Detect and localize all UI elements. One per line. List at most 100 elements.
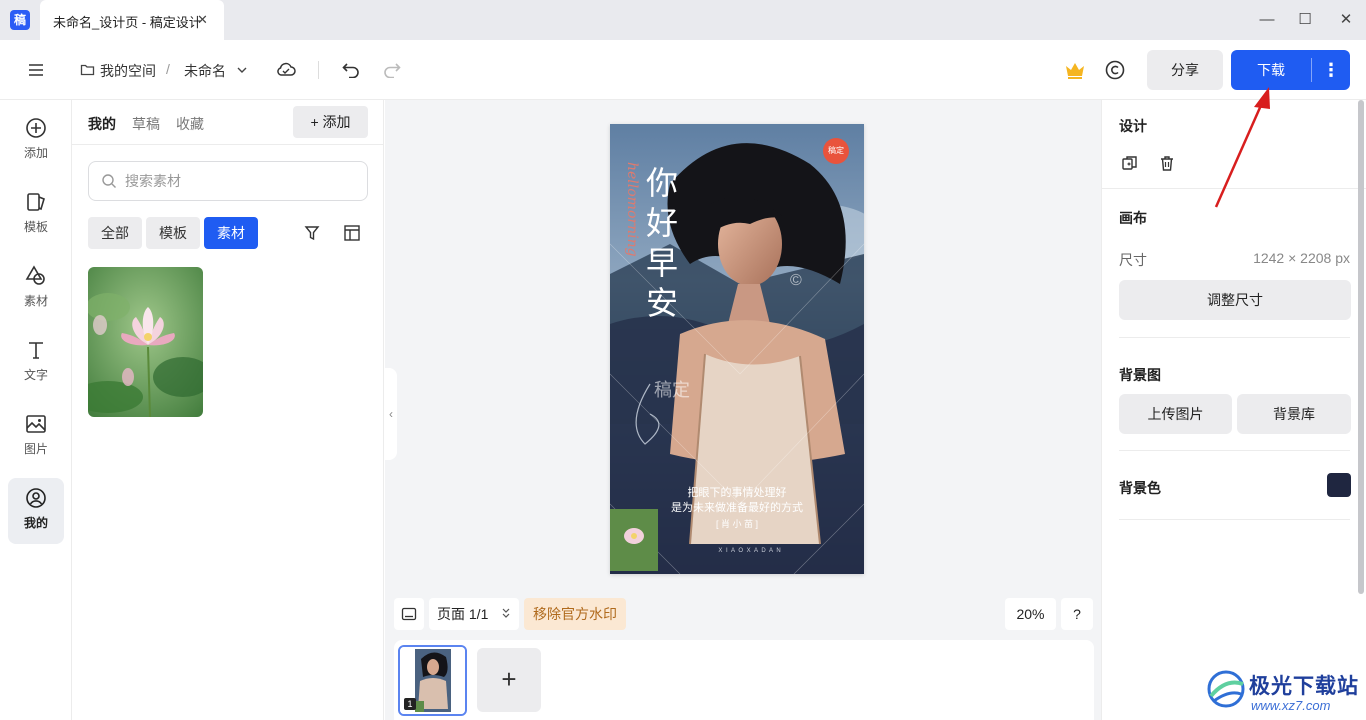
poster-line-1: 把眼下的事情处理好 xyxy=(687,486,787,499)
trash-icon[interactable] xyxy=(1158,154,1176,172)
user-icon xyxy=(26,488,46,508)
breadcrumb-doc-name[interactable]: 未命名 xyxy=(184,61,226,81)
plus-circle-icon xyxy=(26,118,46,138)
site-url: www.xz7.com xyxy=(1251,698,1331,713)
search-box[interactable] xyxy=(88,161,368,201)
size-value: 1242 × 2208 px xyxy=(1253,250,1350,266)
filter-all[interactable]: 全部 xyxy=(88,217,142,249)
remove-watermark-button[interactable]: 移除官方水印 xyxy=(524,598,626,630)
pages-strip: 1 + xyxy=(394,640,1094,720)
folder-icon xyxy=(80,64,95,76)
bg-image-section-title: 背景图 xyxy=(1119,367,1161,383)
lotus-image xyxy=(88,267,203,417)
poster-vertical-text: hellomorning xyxy=(624,162,640,257)
breadcrumb-space[interactable]: 我的空间 xyxy=(100,61,156,81)
page-thumbnail[interactable]: 1 xyxy=(398,645,467,716)
share-button[interactable]: 分享 xyxy=(1147,50,1223,90)
site-watermark: 极光下载站 www.xz7.com xyxy=(1205,664,1365,720)
rail-label: 图片 xyxy=(23,442,48,456)
undo-icon[interactable] xyxy=(341,60,361,78)
upload-image-button[interactable]: 上传图片 xyxy=(1119,394,1232,434)
page-select-chevron-icon xyxy=(502,608,510,618)
rail-item-mine[interactable]: 我的 xyxy=(8,478,64,544)
design-section-title: 设计 xyxy=(1119,118,1147,134)
title-bar: 稿 未命名_设计页 - 稿定设计 ✕ — ☐ ✕ xyxy=(0,0,1366,40)
asset-thumbnail-lotus[interactable] xyxy=(88,267,203,417)
shapes-icon xyxy=(25,265,45,285)
rail-label: 文字 xyxy=(23,368,48,382)
poster-author: [ 肖 小 苗 ] xyxy=(715,519,758,529)
toggle-pages-button[interactable] xyxy=(394,598,424,630)
background-library-button[interactable]: 背景库 xyxy=(1237,394,1351,434)
close-window-icon[interactable]: ✕ xyxy=(1331,8,1361,32)
tab-mine[interactable]: 我的 xyxy=(88,114,116,134)
rail-label: 添加 xyxy=(23,146,48,160)
filter-icon[interactable] xyxy=(302,223,322,243)
help-button[interactable]: ? xyxy=(1061,598,1093,630)
annotation-arrow-icon xyxy=(1214,87,1270,208)
site-name: 极光下载站 xyxy=(1249,675,1359,698)
tab-drafts[interactable]: 草稿 xyxy=(132,114,160,134)
poster-copyright-mark: © xyxy=(790,272,802,289)
chevron-down-icon[interactable] xyxy=(236,65,248,75)
menu-icon[interactable] xyxy=(27,61,45,79)
site-logo-icon xyxy=(1207,670,1245,708)
minimize-icon[interactable]: — xyxy=(1252,8,1282,32)
section-divider xyxy=(1119,337,1350,338)
copyright-icon[interactable] xyxy=(1104,59,1126,81)
pages-panel-icon xyxy=(401,607,417,621)
rail-item-template[interactable]: 模板 xyxy=(8,182,64,248)
section-divider xyxy=(1119,519,1350,520)
rail-item-add[interactable]: 添加 xyxy=(8,108,64,174)
download-label[interactable]: 下载 xyxy=(1231,50,1311,90)
redo-icon[interactable] xyxy=(382,60,402,78)
layout-icon[interactable] xyxy=(342,223,362,243)
download-more-icon[interactable]: ⋮ xyxy=(1312,50,1350,90)
poster-title-2: 好 xyxy=(646,204,679,242)
filter-template[interactable]: 模板 xyxy=(146,217,200,249)
poster-title-3: 早 xyxy=(646,244,679,282)
resize-button[interactable]: 调整尺寸 xyxy=(1119,280,1351,320)
filter-material[interactable]: 素材 xyxy=(204,217,258,249)
rail-item-material[interactable]: 素材 xyxy=(8,256,64,322)
rail-item-image[interactable]: 图片 xyxy=(8,404,64,470)
toolbar-divider xyxy=(318,61,319,79)
size-label: 尺寸 xyxy=(1119,252,1147,268)
duplicate-icon[interactable] xyxy=(1121,154,1139,172)
poster-badge: 稿定 xyxy=(828,146,844,155)
text-icon xyxy=(29,342,43,359)
document-tab[interactable]: 未命名_设计页 - 稿定设计 ✕ xyxy=(40,0,224,40)
bg-color-swatch[interactable] xyxy=(1327,473,1351,497)
tab-close-icon[interactable]: ✕ xyxy=(197,12,208,28)
page-number-badge: 1 xyxy=(404,698,416,710)
rail-label: 素材 xyxy=(23,294,48,308)
panel-divider xyxy=(72,144,384,145)
rail-item-text[interactable]: 文字 xyxy=(8,330,64,396)
image-icon xyxy=(26,415,46,433)
left-rail: 添加 模板 素材 文字 图片 我的 xyxy=(0,100,72,720)
zoom-level[interactable]: 20% xyxy=(1005,598,1056,630)
maximize-icon[interactable]: ☐ xyxy=(1290,8,1320,32)
tab-favorites[interactable]: 收藏 xyxy=(176,114,204,134)
app-logo-icon: 稿 xyxy=(10,10,30,30)
poster-watermark: 稿定 xyxy=(654,380,690,400)
download-button[interactable]: 下载 ⋮ xyxy=(1231,50,1350,90)
add-page-button[interactable]: + xyxy=(477,648,541,712)
rail-label: 我的 xyxy=(23,516,48,530)
bg-color-section-title: 背景色 xyxy=(1119,480,1161,496)
page-selector[interactable]: 页面 1/1 xyxy=(429,598,519,630)
collapse-panel-button[interactable]: ‹ xyxy=(385,368,397,460)
scrollbar[interactable] xyxy=(1358,100,1364,594)
poster-footer: X I A O X A D A N xyxy=(718,548,782,554)
template-icon xyxy=(27,193,45,211)
poster-canvas[interactable]: 稿定 你 好 早 安 hellomorning 稿定 © 把眼下的事情处理好 是… xyxy=(610,124,864,574)
assets-panel: 我的 草稿 收藏 + 添加 全部 模板 素材 xyxy=(72,100,384,720)
page-label: 页面 1/1 xyxy=(437,606,489,622)
cloud-sync-icon[interactable] xyxy=(275,60,297,80)
crown-icon[interactable] xyxy=(1064,60,1086,80)
search-input[interactable] xyxy=(125,171,355,191)
add-asset-button[interactable]: + 添加 xyxy=(293,106,368,138)
canvas-area: ‹ 稿定 你 好 早 安 hellomorning 稿定 © 把眼下的事情处理好… xyxy=(385,100,1101,720)
rail-label: 模板 xyxy=(23,220,48,234)
top-toolbar: 我的空间 / 未命名 分享 下载 ⋮ xyxy=(0,40,1366,100)
